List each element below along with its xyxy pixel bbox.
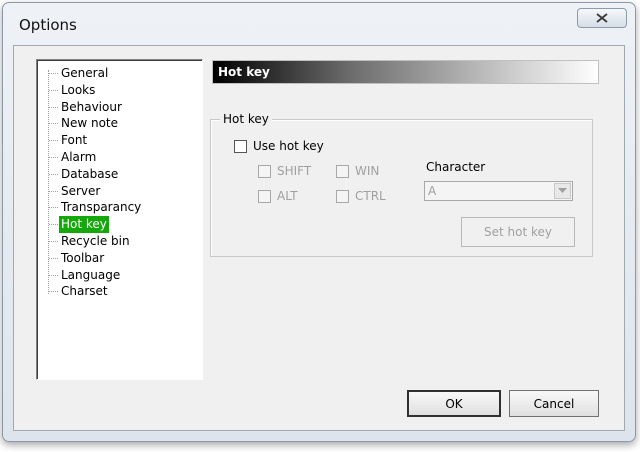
win-label: WIN bbox=[355, 164, 380, 178]
options-dialog: Options General Looks Behaviour New note Fon… bbox=[2, 2, 636, 442]
tree-item-hot-key[interactable]: Hot key bbox=[37, 216, 197, 234]
tree-item-label: Language bbox=[61, 267, 121, 282]
tree-item-new-note[interactable]: New note bbox=[37, 115, 197, 132]
alt-checkbox[interactable]: ALT bbox=[258, 188, 298, 204]
close-button[interactable] bbox=[577, 8, 627, 28]
tree-item-label: Font bbox=[61, 133, 88, 148]
tree-branch-line bbox=[49, 157, 58, 158]
character-select[interactable]: A bbox=[424, 181, 573, 201]
win-box[interactable] bbox=[336, 164, 349, 178]
tree-item-label: Behaviour bbox=[61, 99, 122, 114]
tree-item-label: Alarm bbox=[61, 150, 97, 164]
tree-item-label: Server bbox=[61, 183, 101, 198]
tree-item-label: Looks bbox=[61, 82, 96, 97]
tree-item-alarm[interactable]: Alarm bbox=[37, 149, 197, 166]
window-title: Options bbox=[19, 16, 77, 34]
tree-branch-line bbox=[49, 241, 58, 242]
tree-item-label: Database bbox=[61, 166, 119, 181]
tree-branch-line bbox=[49, 274, 58, 276]
tree-branch-line bbox=[49, 224, 58, 226]
tree-item-charset[interactable]: Charset bbox=[37, 283, 197, 300]
use-hot-key-label: Use hot key bbox=[253, 139, 324, 153]
tree-branch-line bbox=[49, 190, 58, 192]
tree-item-server[interactable]: Server bbox=[37, 183, 197, 200]
ok-button[interactable]: OK bbox=[407, 390, 501, 417]
tree-item-toolbar[interactable]: Toolbar bbox=[37, 250, 197, 267]
close-icon bbox=[596, 13, 608, 23]
tree-item-label: Hot key bbox=[59, 216, 109, 234]
tree-branch-line bbox=[49, 291, 58, 293]
tree-branch-line bbox=[49, 106, 58, 108]
dialog-client-area: General Looks Behaviour New note Font Alarm Da… bbox=[13, 45, 625, 431]
tree-item-label: Transparancy bbox=[61, 200, 142, 215]
character-select-value: A bbox=[428, 184, 437, 198]
options-tree[interactable]: General Looks Behaviour New note Font Alarm Da… bbox=[36, 59, 203, 380]
alt-label: ALT bbox=[277, 189, 298, 203]
section-header: Hot key bbox=[212, 60, 599, 84]
tree-item-behaviour[interactable]: Behaviour bbox=[37, 99, 197, 116]
tree-item-database[interactable]: Database bbox=[37, 166, 197, 183]
shift-label: SHIFT bbox=[277, 164, 312, 178]
tree-item-recycle-bin[interactable]: Recycle bin bbox=[37, 233, 197, 250]
alt-box[interactable] bbox=[258, 189, 271, 203]
use-hot-key-checkbox[interactable]: Use hot key bbox=[234, 138, 324, 154]
tree-branch-line bbox=[49, 140, 58, 142]
win-checkbox[interactable]: WIN bbox=[336, 163, 379, 179]
character-dropdown-button[interactable] bbox=[554, 183, 571, 199]
tree-item-general[interactable]: General bbox=[37, 65, 197, 82]
section-header-title: Hot key bbox=[218, 65, 270, 79]
tree-branch-line bbox=[49, 207, 58, 209]
ctrl-checkbox[interactable]: CTRL bbox=[336, 188, 386, 204]
tree-item-language[interactable]: Language bbox=[37, 267, 197, 284]
tree-item-transparancy[interactable]: Transparancy bbox=[37, 199, 197, 216]
tree-branch-line bbox=[49, 89, 58, 91]
shift-box[interactable] bbox=[258, 164, 271, 178]
set-hot-key-button[interactable]: Set hot key bbox=[461, 217, 575, 247]
cancel-button[interactable]: Cancel bbox=[509, 390, 599, 417]
chevron-down-icon bbox=[558, 188, 567, 193]
shift-checkbox[interactable]: SHIFT bbox=[258, 163, 311, 179]
tree-item-label: Charset bbox=[61, 284, 108, 299]
tree-item-label: General bbox=[61, 66, 109, 80]
groupbox-title: Hot key bbox=[220, 112, 272, 126]
tree-item-label: Toolbar bbox=[61, 250, 105, 265]
tree-branch-line bbox=[49, 123, 58, 125]
tree-item-label: New note bbox=[61, 116, 119, 131]
tree-item-looks[interactable]: Looks bbox=[37, 82, 197, 99]
character-label: Character bbox=[426, 160, 486, 174]
use-hot-key-box[interactable] bbox=[234, 139, 247, 153]
tree-branch-line bbox=[49, 73, 58, 74]
ctrl-box[interactable] bbox=[336, 189, 349, 203]
ctrl-label: CTRL bbox=[355, 189, 386, 203]
tree-item-font[interactable]: Font bbox=[37, 132, 197, 149]
tree-branch-line bbox=[49, 173, 58, 175]
tree-branch-line bbox=[49, 257, 58, 259]
hot-key-groupbox: Hot key Use hot key SHIFT WIN ALT CTRL C… bbox=[210, 112, 593, 257]
tree-item-label: Recycle bin bbox=[61, 234, 130, 248]
